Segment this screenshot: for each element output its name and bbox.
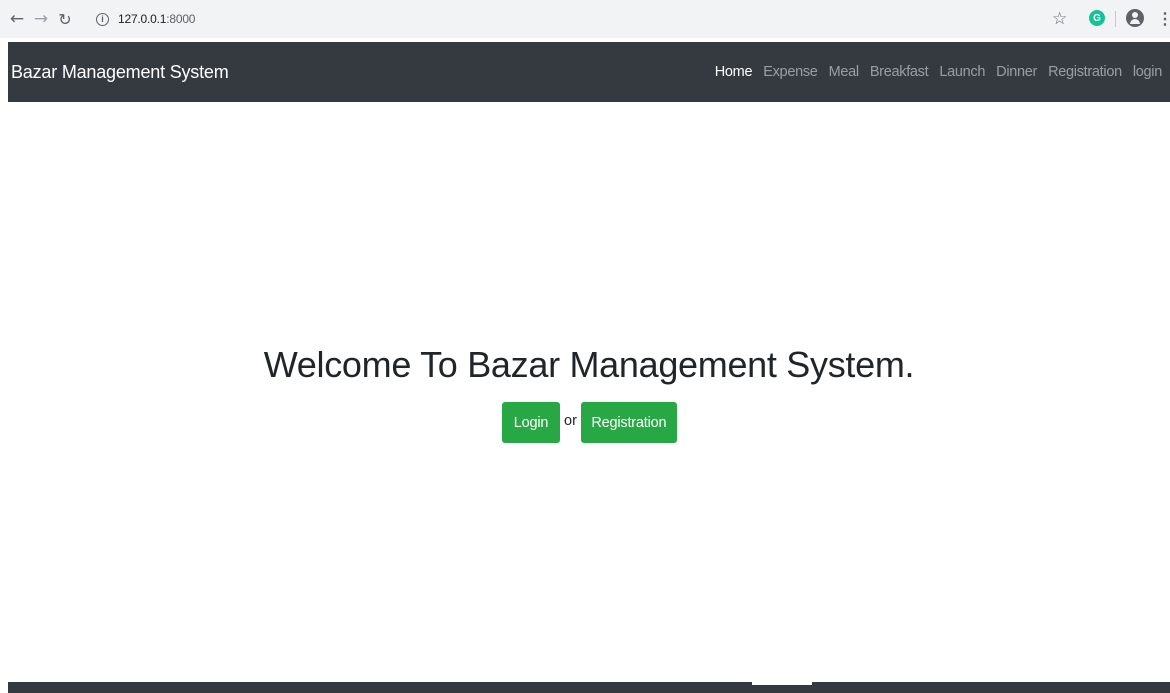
profile-avatar-icon[interactable] [1126,9,1144,27]
nav-link-login[interactable]: login [1133,64,1162,80]
welcome-heading: Welcome To Bazar Management System. [263,344,915,385]
nav-link-dinner[interactable]: Dinner [996,64,1037,80]
site-navbar: Bazar Management System Home Expense Mea… [8,42,1170,102]
reload-icon[interactable]: ↻ [54,8,76,30]
grammarly-extension-icon[interactable]: G [1089,10,1105,26]
nav-link-breakfast[interactable]: Breakfast [870,64,929,80]
address-bar[interactable]: i 127.0.0.1:8000 [86,5,1051,33]
navbar-brand[interactable]: Bazar Management System [8,62,229,83]
forward-arrow-icon[interactable]: → [30,8,52,30]
page-footer [8,682,1170,693]
registration-button[interactable]: Registration [580,402,677,443]
info-icon[interactable]: i [96,12,109,26]
nav-link-meal[interactable]: Meal [829,64,860,80]
footer-highlight [752,682,812,685]
toolbar-divider [1115,11,1116,27]
login-button[interactable]: Login [502,402,560,443]
url-text: 127.0.0.1:8000 [118,12,196,26]
or-separator-text: or [564,412,577,429]
cta-buttons: Login or Registration [502,402,677,443]
menu-kebab-icon[interactable]: ⋮ [1157,9,1170,29]
nav-links: Home Expense Meal Breakfast Launch Dinne… [704,42,1170,102]
nav-link-registration[interactable]: Registration [1048,64,1122,80]
bookmark-star-icon[interactable]: ☆ [1052,9,1067,29]
nav-link-home[interactable]: Home [715,64,753,80]
back-arrow-icon[interactable]: ← [6,8,28,30]
nav-link-expense[interactable]: Expense [763,64,818,80]
nav-link-launch[interactable]: Launch [939,64,985,80]
browser-toolbar: ← → ↻ i 127.0.0.1:8000 ☆ G ⋮ [0,0,1170,38]
